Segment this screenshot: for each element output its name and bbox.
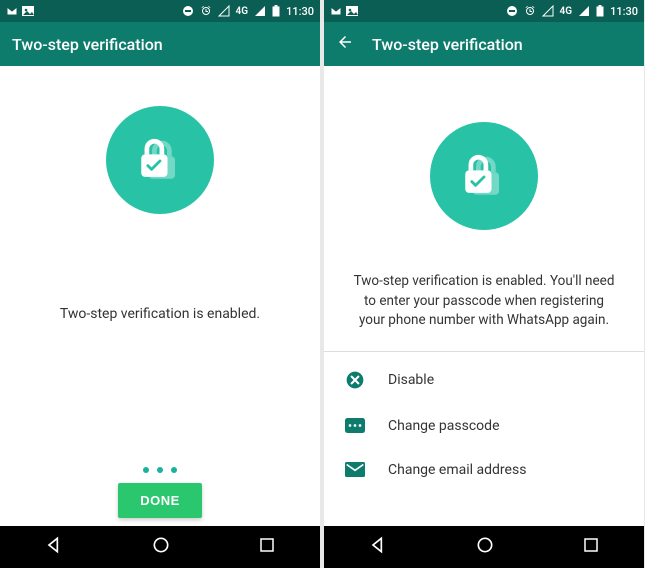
- gmail-icon: [330, 6, 342, 16]
- option-label: Change email address: [388, 462, 526, 478]
- android-nav-bar: [0, 526, 320, 568]
- nav-back-button[interactable]: [368, 535, 388, 559]
- nav-recent-button[interactable]: [582, 536, 600, 558]
- app-bar: Two-step verification: [0, 22, 320, 66]
- status-message: Two-step verification is enabled.: [32, 304, 288, 324]
- option-change-passcode[interactable]: Change passcode: [324, 404, 644, 448]
- battery-icon: [272, 5, 280, 17]
- signal-icon: [218, 5, 230, 17]
- network-label: 4G: [560, 6, 573, 17]
- android-nav-bar: [324, 526, 644, 568]
- image-icon: [346, 6, 358, 16]
- status-bar: 4G 11:30: [324, 0, 644, 22]
- phone-right: 4G 11:30 Two-step verification: [324, 0, 644, 568]
- alarm-icon: [524, 5, 536, 17]
- network-label: 4G: [236, 6, 249, 17]
- clock-label: 11:30: [610, 5, 638, 18]
- nav-home-button[interactable]: [151, 535, 171, 559]
- options-list: Disable Change passcode Change email add…: [324, 352, 644, 496]
- close-circle-icon: [344, 370, 366, 390]
- lock-hero-icon: [430, 122, 538, 230]
- status-message: Two-step verification is enabled. You'll…: [324, 272, 644, 331]
- page-title: Two-step verification: [372, 35, 523, 54]
- phone-left: 4G 11:30 Two-step verification Two-step …: [0, 0, 320, 568]
- option-label: Change passcode: [388, 418, 500, 434]
- option-change-email[interactable]: Change email address: [324, 448, 644, 492]
- nav-home-button[interactable]: [475, 535, 495, 559]
- dnd-icon: [182, 5, 194, 17]
- content-area: Two-step verification is enabled. DONE: [0, 66, 320, 526]
- option-label: Disable: [388, 372, 434, 388]
- content-area: Two-step verification is enabled. You'll…: [324, 66, 644, 526]
- dnd-icon: [506, 5, 518, 17]
- image-icon: [22, 6, 34, 16]
- clock-label: 11:30: [286, 5, 314, 18]
- battery-icon: [596, 5, 604, 17]
- email-icon: [344, 462, 366, 477]
- wifi-icon: [254, 5, 266, 17]
- back-button[interactable]: [336, 33, 354, 55]
- app-bar: Two-step verification: [324, 22, 644, 66]
- option-disable[interactable]: Disable: [324, 356, 644, 404]
- gmail-icon: [6, 6, 18, 16]
- signal-icon: [542, 5, 554, 17]
- passcode-icon: [344, 418, 366, 433]
- status-bar: 4G 11:30: [0, 0, 320, 22]
- nav-back-button[interactable]: [44, 535, 64, 559]
- nav-recent-button[interactable]: [258, 536, 276, 558]
- wifi-icon: [578, 5, 590, 17]
- done-button[interactable]: DONE: [118, 483, 202, 518]
- lock-hero-icon: [106, 106, 214, 214]
- page-title: Two-step verification: [12, 35, 163, 54]
- pager-dots: [143, 467, 177, 473]
- alarm-icon: [200, 5, 212, 17]
